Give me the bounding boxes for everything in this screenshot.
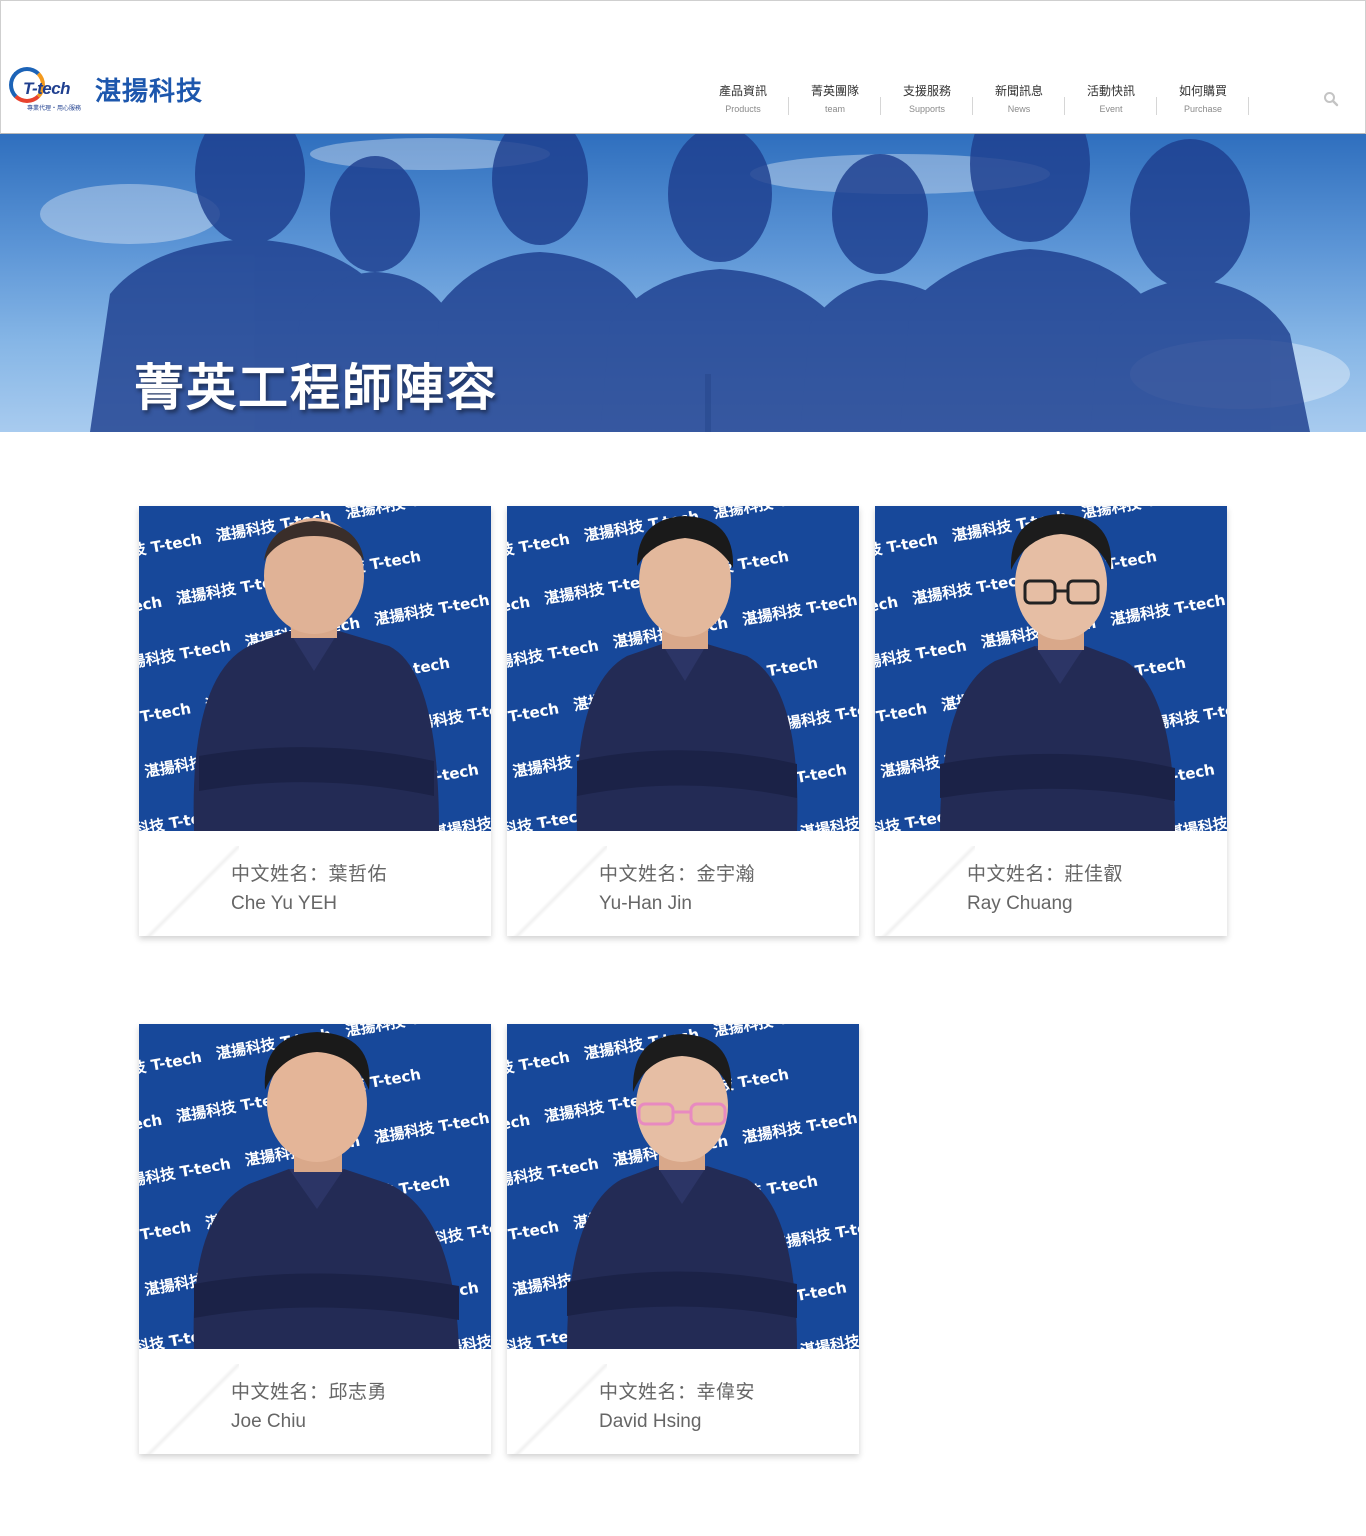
member-portrait: 湛揚科技 T-tech 湛揚科技 T-tech 湛揚科技 T-tech 湛揚科技…: [139, 1024, 491, 1349]
member-photo: 湛揚科技 T-tech 湛揚科技 T-tech 湛揚科技 T-tech 湛揚科技…: [507, 506, 859, 831]
member-zh-name: 中文姓名：幸偉安: [599, 1381, 756, 1403]
member-en-name: Che Yu YEH: [231, 893, 337, 914]
nav-label-en: team: [824, 104, 845, 114]
nav-item-event[interactable]: 活動快訊 Event: [1065, 81, 1157, 119]
site-header: T-tech 專業代理・用心服務 湛揚科技 產品資訊 Products 菁英團隊…: [0, 0, 1366, 134]
member-en-name: David Hsing: [599, 1411, 702, 1432]
team-member-card[interactable]: 湛揚科技 T-tech 湛揚科技 T-tech 湛揚科技 T-tech 湛揚科技…: [507, 1024, 859, 1454]
logo-word: T-tech: [23, 79, 71, 98]
brand-name: 湛揚科技: [95, 76, 204, 107]
team-member-card[interactable]: 湛揚科技 T-tech 湛揚科技 T-tech 湛揚科技 T-tech 湛揚科技…: [507, 506, 859, 936]
member-zh-name: 中文姓名：莊佳叡: [967, 863, 1124, 885]
team-member-card[interactable]: 湛揚科技 T-tech 湛揚科技 T-tech 湛揚科技 T-tech 湛揚科技…: [139, 506, 491, 936]
member-info: 中文姓名：葉哲佑 Che Yu YEH: [139, 831, 491, 936]
nav-label-en: Supports: [908, 104, 946, 114]
member-info: 中文姓名：金宇瀚 Yu-Han Jin: [507, 831, 859, 936]
member-photo: 湛揚科技 T-tech 湛揚科技 T-tech 湛揚科技 T-tech 湛揚科技…: [139, 506, 491, 831]
member-portrait: 湛揚科技 T-tech 湛揚科技 T-tech 湛揚科技 T-tech 湛揚科技…: [507, 506, 859, 831]
member-photo: 湛揚科技 T-tech 湛揚科技 T-tech 湛揚科技 T-tech 湛揚科技…: [139, 1024, 491, 1349]
member-portrait: 湛揚科技 T-tech 湛揚科技 T-tech 湛揚科技 T-tech 湛揚科技…: [875, 506, 1227, 831]
member-en-name: Joe Chiu: [231, 1411, 306, 1432]
member-zh-name: 中文姓名：葉哲佑: [231, 863, 388, 885]
member-zh-name: 中文姓名：金宇瀚: [599, 863, 756, 885]
site-logo[interactable]: T-tech 專業代理・用心服務 湛揚科技: [9, 63, 229, 115]
nav-label-en: Purchase: [1183, 104, 1223, 114]
member-info: 中文姓名：邱志勇 Joe Chiu: [139, 1349, 491, 1454]
member-en-name: Ray Chuang: [967, 893, 1073, 914]
member-portrait: 湛揚科技 T-tech 湛揚科技 T-tech 湛揚科技 T-tech 湛揚科技…: [139, 506, 491, 831]
member-zh-name: 中文姓名：邱志勇: [231, 1381, 388, 1403]
team-member-card[interactable]: 湛揚科技 T-tech 湛揚科技 T-tech 湛揚科技 T-tech 湛揚科技…: [139, 1024, 491, 1454]
page-title: 菁英工程師陣容: [134, 359, 498, 417]
member-photo: 湛揚科技 T-tech 湛揚科技 T-tech 湛揚科技 T-tech 湛揚科技…: [875, 506, 1227, 831]
nav-item-supports[interactable]: 支援服務 Supports: [881, 81, 973, 119]
nav-label-zh: 菁英團隊: [810, 84, 859, 98]
nav-label-zh: 新聞訊息: [994, 84, 1043, 98]
member-portrait: 湛揚科技 T-tech 湛揚科技 T-tech 湛揚科技 T-tech 湛揚科技…: [507, 1024, 859, 1349]
nav-label-en: News: [1007, 104, 1031, 114]
nav-item-news[interactable]: 新聞訊息 News: [973, 81, 1065, 119]
nav-label-zh: 如何購買: [1178, 84, 1227, 98]
nav-item-team[interactable]: 菁英團隊 team: [789, 81, 881, 119]
member-info: 中文姓名：莊佳叡 Ray Chuang: [875, 831, 1227, 936]
nav-label-en: Event: [1099, 104, 1123, 114]
nav-item-purchase[interactable]: 如何購買 Purchase: [1157, 81, 1249, 119]
nav-label-zh: 活動快訊: [1086, 84, 1135, 98]
nav-label-zh: 產品資訊: [718, 84, 767, 98]
main-nav: 產品資訊 Products 菁英團隊 team 支援服務 Supports 新聞…: [697, 81, 1249, 121]
team-member-card[interactable]: 湛揚科技 T-tech 湛揚科技 T-tech 湛揚科技 T-tech 湛揚科技…: [875, 506, 1227, 936]
logo-mark: T-tech 專業代理・用心服務: [9, 65, 89, 113]
search-icon[interactable]: [1323, 91, 1339, 107]
nav-item-products[interactable]: 產品資訊 Products: [697, 81, 789, 119]
member-photo: 湛揚科技 T-tech 湛揚科技 T-tech 湛揚科技 T-tech 湛揚科技…: [507, 1024, 859, 1349]
member-info: 中文姓名：幸偉安 David Hsing: [507, 1349, 859, 1454]
hero-banner: 菁英工程師陣容: [0, 134, 1366, 432]
logo-tagline: 專業代理・用心服務: [27, 105, 82, 112]
member-en-name: Yu-Han Jin: [599, 893, 692, 914]
nav-label-en: Products: [725, 104, 761, 114]
nav-label-zh: 支援服務: [902, 84, 951, 98]
